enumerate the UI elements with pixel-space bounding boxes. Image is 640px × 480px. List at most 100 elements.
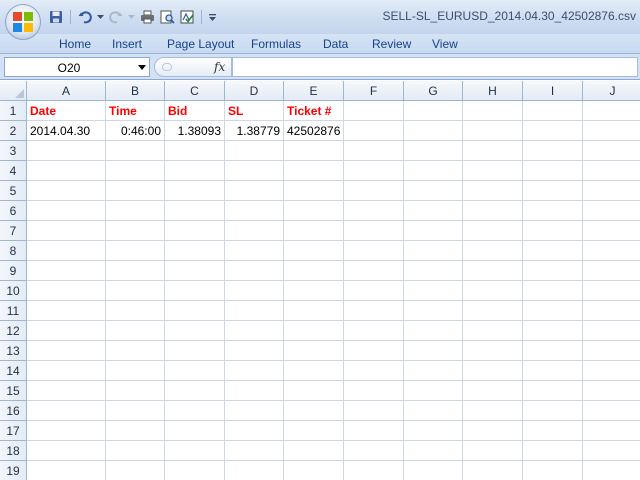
row-header-3[interactable]: 3 bbox=[0, 141, 27, 161]
tab-formulas[interactable]: Formulas bbox=[251, 37, 301, 51]
undo-dropdown-icon[interactable] bbox=[97, 9, 104, 25]
undo-icon[interactable] bbox=[77, 9, 93, 25]
row-header-11[interactable]: 11 bbox=[0, 301, 27, 321]
cell-c1[interactable]: Bid bbox=[165, 101, 225, 121]
cell-j10[interactable] bbox=[583, 281, 640, 301]
cell-c14[interactable] bbox=[165, 361, 225, 381]
cell-i3[interactable] bbox=[523, 141, 583, 161]
cell-b12[interactable] bbox=[106, 321, 165, 341]
cell-d9[interactable] bbox=[225, 261, 284, 281]
cell-b3[interactable] bbox=[106, 141, 165, 161]
cell-j7[interactable] bbox=[583, 221, 640, 241]
cell-c10[interactable] bbox=[165, 281, 225, 301]
tab-page-layout[interactable]: Page Layout bbox=[167, 37, 234, 51]
cell-h10[interactable] bbox=[463, 281, 523, 301]
cell-f15[interactable] bbox=[344, 381, 404, 401]
column-header-e[interactable]: E bbox=[284, 81, 344, 101]
cell-h6[interactable] bbox=[463, 201, 523, 221]
cell-g2[interactable] bbox=[404, 121, 463, 141]
row-header-10[interactable]: 10 bbox=[0, 281, 27, 301]
cell-c8[interactable] bbox=[165, 241, 225, 261]
name-box[interactable]: O20 bbox=[4, 57, 150, 77]
cell-j9[interactable] bbox=[583, 261, 640, 281]
cell-j11[interactable] bbox=[583, 301, 640, 321]
print-icon[interactable] bbox=[139, 9, 155, 25]
cell-e13[interactable] bbox=[284, 341, 344, 361]
cell-d16[interactable] bbox=[225, 401, 284, 421]
cell-f1[interactable] bbox=[344, 101, 404, 121]
cell-e5[interactable] bbox=[284, 181, 344, 201]
cell-d11[interactable] bbox=[225, 301, 284, 321]
cell-a8[interactable] bbox=[27, 241, 106, 261]
cell-j18[interactable] bbox=[583, 441, 640, 461]
cell-j5[interactable] bbox=[583, 181, 640, 201]
tab-review[interactable]: Review bbox=[372, 37, 411, 51]
cell-b5[interactable] bbox=[106, 181, 165, 201]
cell-a11[interactable] bbox=[27, 301, 106, 321]
chevron-down-icon[interactable] bbox=[138, 65, 146, 70]
cell-e9[interactable] bbox=[284, 261, 344, 281]
cell-c7[interactable] bbox=[165, 221, 225, 241]
column-header-f[interactable]: F bbox=[344, 81, 404, 101]
cell-e6[interactable] bbox=[284, 201, 344, 221]
cell-g10[interactable] bbox=[404, 281, 463, 301]
cell-g17[interactable] bbox=[404, 421, 463, 441]
cell-d14[interactable] bbox=[225, 361, 284, 381]
cell-e3[interactable] bbox=[284, 141, 344, 161]
cell-i10[interactable] bbox=[523, 281, 583, 301]
cell-a12[interactable] bbox=[27, 321, 106, 341]
cell-g16[interactable] bbox=[404, 401, 463, 421]
cell-f19[interactable] bbox=[344, 461, 404, 480]
row-header-16[interactable]: 16 bbox=[0, 401, 27, 421]
cell-i9[interactable] bbox=[523, 261, 583, 281]
row-header-17[interactable]: 17 bbox=[0, 421, 27, 441]
row-header-6[interactable]: 6 bbox=[0, 201, 27, 221]
cell-j1[interactable] bbox=[583, 101, 640, 121]
cell-a19[interactable] bbox=[27, 461, 106, 480]
cell-f16[interactable] bbox=[344, 401, 404, 421]
cell-e18[interactable] bbox=[284, 441, 344, 461]
cell-i13[interactable] bbox=[523, 341, 583, 361]
cell-b15[interactable] bbox=[106, 381, 165, 401]
cell-a1[interactable]: Date bbox=[27, 101, 106, 121]
cell-h17[interactable] bbox=[463, 421, 523, 441]
cell-a3[interactable] bbox=[27, 141, 106, 161]
cell-f5[interactable] bbox=[344, 181, 404, 201]
cell-d18[interactable] bbox=[225, 441, 284, 461]
cell-f14[interactable] bbox=[344, 361, 404, 381]
cell-f11[interactable] bbox=[344, 301, 404, 321]
cell-b6[interactable] bbox=[106, 201, 165, 221]
cell-h13[interactable] bbox=[463, 341, 523, 361]
cell-b14[interactable] bbox=[106, 361, 165, 381]
cell-h9[interactable] bbox=[463, 261, 523, 281]
cell-f8[interactable] bbox=[344, 241, 404, 261]
cell-j19[interactable] bbox=[583, 461, 640, 480]
row-header-12[interactable]: 12 bbox=[0, 321, 27, 341]
cell-i17[interactable] bbox=[523, 421, 583, 441]
cell-d15[interactable] bbox=[225, 381, 284, 401]
cell-d2[interactable]: 1.38779 bbox=[225, 121, 284, 141]
cell-i12[interactable] bbox=[523, 321, 583, 341]
cell-j4[interactable] bbox=[583, 161, 640, 181]
cell-d7[interactable] bbox=[225, 221, 284, 241]
column-header-j[interactable]: J bbox=[583, 81, 640, 101]
cell-h18[interactable] bbox=[463, 441, 523, 461]
cell-g3[interactable] bbox=[404, 141, 463, 161]
cell-g11[interactable] bbox=[404, 301, 463, 321]
cell-a9[interactable] bbox=[27, 261, 106, 281]
cell-c4[interactable] bbox=[165, 161, 225, 181]
cell-i18[interactable] bbox=[523, 441, 583, 461]
resize-grip-icon[interactable] bbox=[162, 63, 172, 71]
cell-e4[interactable] bbox=[284, 161, 344, 181]
cell-i15[interactable] bbox=[523, 381, 583, 401]
cell-g9[interactable] bbox=[404, 261, 463, 281]
cell-a5[interactable] bbox=[27, 181, 106, 201]
row-header-13[interactable]: 13 bbox=[0, 341, 27, 361]
cell-a16[interactable] bbox=[27, 401, 106, 421]
column-header-g[interactable]: G bbox=[404, 81, 463, 101]
cell-f9[interactable] bbox=[344, 261, 404, 281]
column-header-h[interactable]: H bbox=[463, 81, 523, 101]
cell-h2[interactable] bbox=[463, 121, 523, 141]
save-icon[interactable] bbox=[48, 9, 64, 25]
cell-c11[interactable] bbox=[165, 301, 225, 321]
